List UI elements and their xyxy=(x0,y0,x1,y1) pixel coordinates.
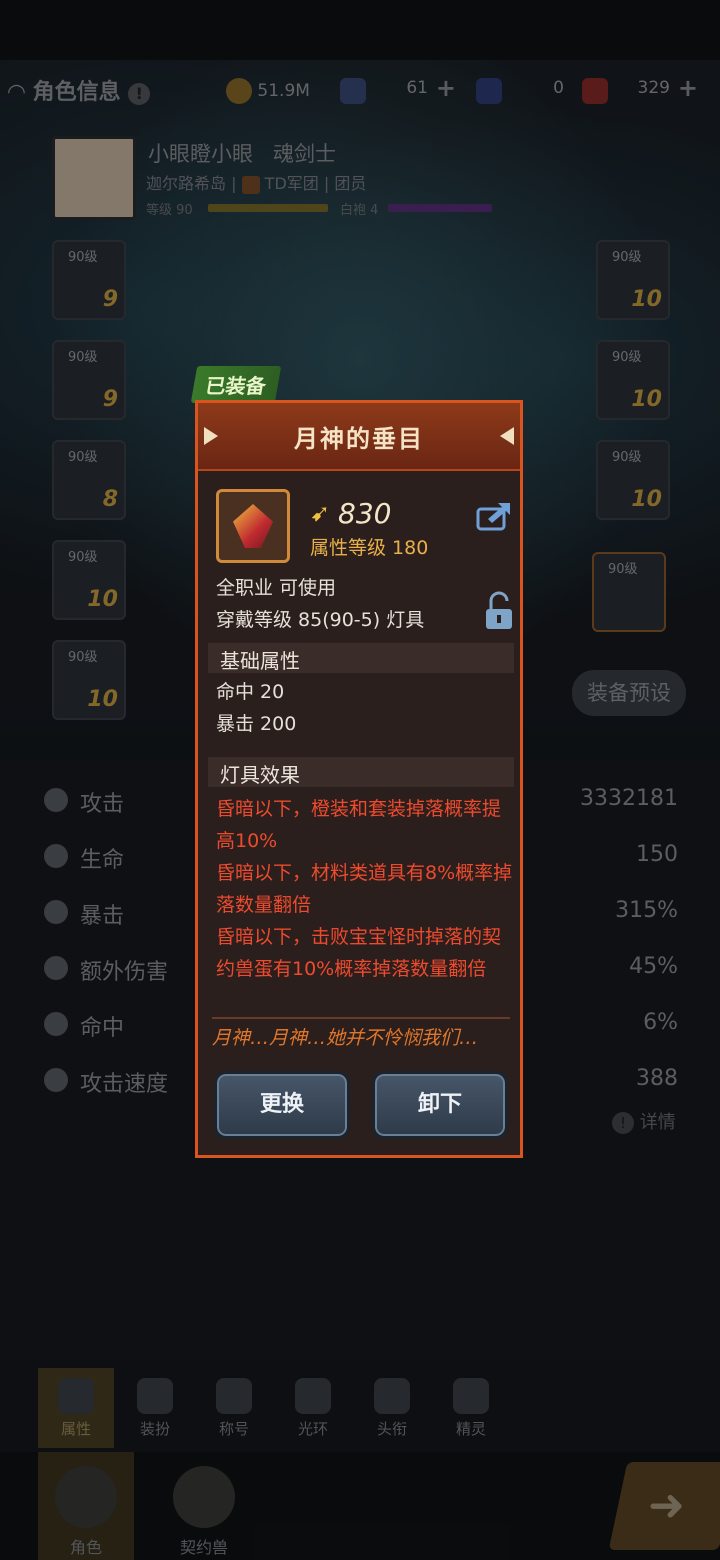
triangle-left-icon xyxy=(500,427,514,445)
wear-requirement: 穿戴等级 85(90-5) 灯具 xyxy=(216,609,425,631)
effect-line: 昏暗以下，材料类道具有8%概率掉落数量翻倍 xyxy=(216,862,513,916)
power-icon: ➹ xyxy=(310,499,331,527)
item-flavor-text: 月神…月神…她并不怜悯我们… xyxy=(212,1027,479,1049)
item-title: 月神的垂目 xyxy=(294,425,424,453)
base-attributes-header: 基础属性 xyxy=(208,643,514,673)
lamp-effect-list: 昏暗以下，橙装和套装掉落概率提高10% 昏暗以下，材料类道具有8%概率掉落数量翻… xyxy=(216,793,514,985)
item-power: 830 xyxy=(338,497,392,530)
item-icon-frame xyxy=(216,489,290,563)
equipped-badge: 已装备 xyxy=(190,366,282,403)
share-icon[interactable] xyxy=(476,499,512,531)
unequip-button[interactable]: 卸下 xyxy=(372,1071,508,1139)
effect-line: 昏暗以下，击败宝宝怪时掉落的契约兽蛋有10%概率掉落数量翻倍 xyxy=(216,926,502,980)
lamp-effect-header: 灯具效果 xyxy=(208,757,514,787)
modal-header: 月神的垂目 xyxy=(198,403,520,471)
effect-line: 昏暗以下，橙装和套装掉落概率提高10% xyxy=(216,798,502,852)
base-stat-accuracy: 命中 20 xyxy=(216,681,285,703)
replace-button[interactable]: 更换 xyxy=(214,1071,350,1139)
unlock-icon[interactable] xyxy=(484,591,514,631)
item-detail-modal: 月神的垂目 ➹ 830 属性等级 180 全职业 可使用 穿戴等级 85(90-… xyxy=(195,400,523,1158)
lamp-item-icon xyxy=(233,504,273,548)
attribute-level: 属性等级 180 xyxy=(310,537,429,559)
job-requirement: 全职业 可使用 xyxy=(216,577,337,599)
divider xyxy=(212,1017,510,1019)
base-stat-crit: 暴击 200 xyxy=(216,713,297,735)
